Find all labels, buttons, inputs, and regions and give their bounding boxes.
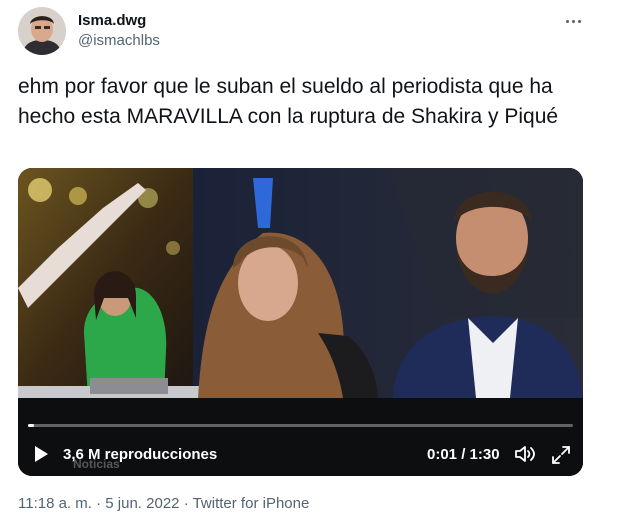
progress-fill <box>28 424 34 427</box>
avatar[interactable] <box>18 7 66 55</box>
tweet-time[interactable]: 11:18 a. m. <box>18 495 92 512</box>
more-dots-icon[interactable] <box>564 18 584 26</box>
meta-separator: · <box>183 495 189 512</box>
video-time: 0:01 / 1:30 <box>427 446 500 463</box>
tweet-source[interactable]: Twitter for iPhone <box>193 495 310 512</box>
tweet-date[interactable]: 5 jun. 2022 <box>105 495 179 512</box>
video-frame: Noticias <box>18 168 583 476</box>
progress-bar[interactable] <box>28 424 573 427</box>
author-display-name[interactable]: Isma.dwg <box>78 11 146 30</box>
view-count: 3,6 M reproducciones <box>63 446 218 463</box>
author-handle[interactable]: @ismachlbs <box>78 31 160 50</box>
play-icon[interactable] <box>32 444 50 464</box>
tweet-meta: 11:18 a. m. · 5 jun. 2022 · Twitter for … <box>18 494 309 513</box>
volume-icon[interactable] <box>514 444 536 464</box>
fullscreen-icon[interactable] <box>550 444 572 466</box>
tweet-text: ehm por favor que le suban el sueldo al … <box>18 75 559 128</box>
video-player[interactable]: Noticias 3,6 M reproducciones 0:01 / 1:3… <box>18 168 583 476</box>
meta-separator: · <box>96 495 102 512</box>
